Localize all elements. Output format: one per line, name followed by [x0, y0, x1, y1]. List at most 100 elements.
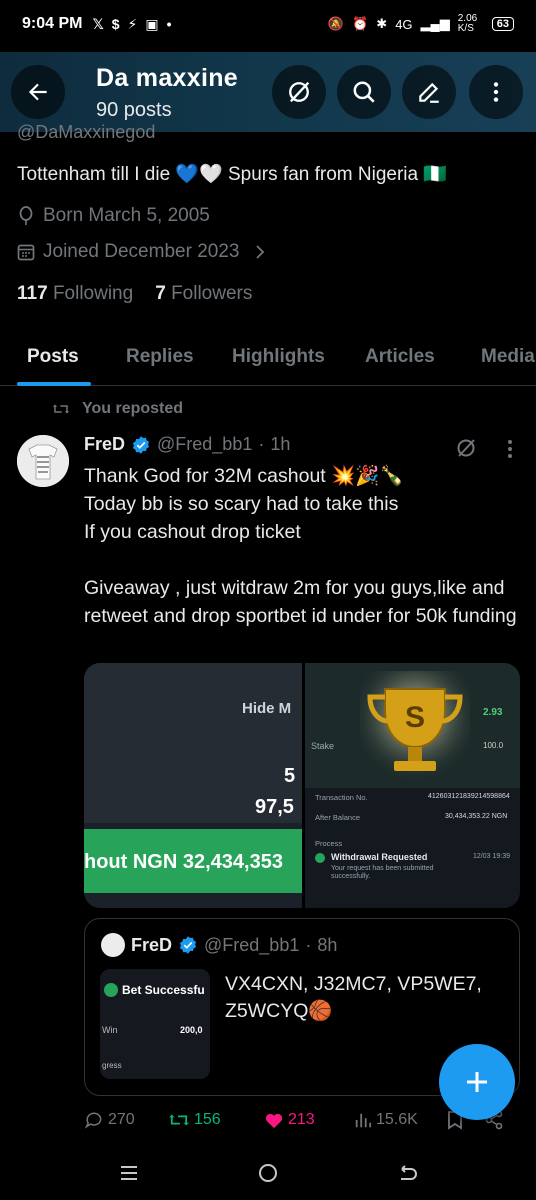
- more-vertical-icon: [493, 82, 499, 102]
- dollar-icon: $: [111, 15, 120, 32]
- post-author-handle[interactable]: @Fred_bb1: [157, 434, 252, 455]
- home-icon[interactable]: [257, 1162, 279, 1184]
- post-time: 1h: [270, 434, 291, 454]
- tab-media[interactable]: Media: [481, 346, 535, 368]
- calendar-icon: [17, 244, 35, 261]
- signal-icon: ▂▄▆: [420, 16, 450, 31]
- repost-button[interactable]: 156: [168, 1111, 264, 1129]
- bet-check-icon: [104, 983, 118, 997]
- odds-value: 2.93: [483, 707, 503, 718]
- thumb-win-value: 200,0: [180, 1025, 203, 1035]
- speed-label: 2.06 K/S: [457, 13, 478, 34]
- chevron-right-icon: [256, 245, 265, 259]
- quote-avatar: [101, 933, 125, 957]
- thumb-progress: gress: [102, 1061, 122, 1070]
- x-logo-icon: 𝕏: [92, 15, 104, 32]
- profile-header: Da maxxine 90 posts: [0, 52, 536, 132]
- repost-icon: [169, 1114, 189, 1126]
- profile-handle: @DaMaxxinegod: [17, 122, 156, 142]
- process-label: Process: [315, 839, 343, 848]
- quote-author-name: FreD: [131, 934, 173, 955]
- views-button[interactable]: 15.6K: [354, 1111, 446, 1129]
- followers-label: Followers: [171, 283, 253, 304]
- back-nav-icon[interactable]: [396, 1162, 418, 1184]
- like-count: 213: [288, 1111, 315, 1128]
- profile-tabs: Posts Replies Highlights Articles Media: [0, 332, 536, 386]
- tab-posts[interactable]: Posts: [27, 346, 79, 368]
- tab-highlights[interactable]: Highlights: [232, 346, 325, 368]
- post-more-icon[interactable]: [500, 438, 520, 460]
- verified-badge-icon: [179, 936, 197, 954]
- repost-icon: [52, 404, 70, 414]
- quote-time: 8h: [317, 934, 338, 955]
- media-image-cashout[interactable]: Hide M 5 97,5 hout NGN 32,434,353: [84, 663, 302, 908]
- system-nav-bar: [0, 1145, 536, 1200]
- profile-name: Da maxxine: [96, 64, 238, 92]
- thumb-win-label: Win: [102, 1025, 118, 1035]
- post-media[interactable]: Hide M 5 97,5 hout NGN 32,434,353 Stake …: [84, 663, 520, 908]
- media-image-withdrawal[interactable]: Stake 2.93 100.0 S Transaction No. 41260…: [305, 663, 520, 908]
- stake-label: Stake: [311, 741, 335, 751]
- balance-value: 30,434,353.22 NGN: [445, 813, 508, 820]
- more-button[interactable]: [469, 65, 523, 119]
- avatar[interactable]: [17, 435, 69, 487]
- network-label: 4G: [395, 16, 413, 32]
- grok-icon: [289, 81, 310, 103]
- grok-post-icon[interactable]: [454, 436, 478, 460]
- view-count: 15.6K: [376, 1111, 418, 1128]
- joined-date: Joined December 2023: [43, 241, 240, 262]
- tab-replies[interactable]: Replies: [126, 346, 194, 368]
- reply-button[interactable]: 270: [84, 1110, 168, 1130]
- post-author-name[interactable]: FreD: [84, 434, 125, 455]
- post-header: FreD @Fred_bb1 · 1h: [84, 434, 290, 455]
- following-link[interactable]: 117 Following: [17, 283, 133, 305]
- followers-count: 7: [155, 283, 166, 304]
- notification-icons: 𝕏 $ ⚡ ▣ •: [92, 16, 171, 33]
- quote-thumbnail[interactable]: Bet Successfu Win 200,0 gress: [100, 969, 210, 1079]
- like-button[interactable]: 213: [264, 1111, 354, 1129]
- transaction-no: 412603121839214598864: [428, 793, 510, 800]
- grok-button[interactable]: [272, 65, 326, 119]
- process-check-icon: [315, 853, 325, 863]
- pencil-icon: [419, 82, 439, 103]
- recent-apps-icon[interactable]: [118, 1162, 140, 1184]
- bluetooth-icon: ✱: [376, 16, 388, 31]
- followers-link[interactable]: 7 Followers: [155, 283, 252, 305]
- profile-bio: Tottenham till I die 💙🤍 Spurs fan from N…: [17, 164, 448, 185]
- verified-badge-icon: [132, 435, 150, 454]
- post-dot: ·: [258, 434, 265, 454]
- withdrawal-title: Withdrawal Requested: [331, 852, 428, 862]
- cashout-amount: hout NGN 32,434,353: [84, 851, 283, 873]
- active-tab-indicator: [17, 382, 91, 386]
- bet-value: 100.0: [483, 741, 504, 750]
- reply-icon: [84, 1112, 102, 1129]
- edit-button[interactable]: [402, 65, 456, 119]
- joined-row[interactable]: Joined December 2023: [17, 241, 267, 263]
- repost-label: You reposted: [82, 400, 184, 417]
- quote-header: FreD @Fred_bb1 · 8h: [101, 933, 337, 957]
- mute-icon: 🔕: [327, 16, 345, 31]
- repost-count: 156: [194, 1111, 221, 1128]
- balloon-icon: [19, 206, 33, 225]
- post-text: Thank God for 32M cashout 💥🎉🍾 Today bb i…: [84, 465, 517, 627]
- sportybet-icon: ⚡: [127, 15, 138, 32]
- repost-indicator: You reposted: [52, 400, 183, 418]
- status-time: 9:04 PM: [22, 15, 83, 32]
- search-button[interactable]: [337, 65, 391, 119]
- following-label: Following: [52, 283, 134, 304]
- back-button[interactable]: [11, 65, 65, 119]
- tshirt-avatar-icon: [17, 435, 69, 487]
- quote-text: VX4CXN, J32MC7, VP5WE7, Z5WCYQ🏀: [225, 973, 482, 1022]
- follow-stats: 117 Following 7 Followers: [17, 283, 252, 305]
- arrow-left-icon: [28, 83, 47, 101]
- tab-articles[interactable]: Articles: [365, 346, 435, 368]
- search-icon: [353, 81, 375, 103]
- compose-button[interactable]: [439, 1044, 515, 1120]
- balance-label: After Balance: [315, 813, 361, 822]
- plus-icon: [467, 1072, 487, 1092]
- withdrawal-desc: Your request has been submitted successf…: [331, 865, 434, 880]
- battery-icon: 63: [491, 17, 514, 31]
- born-row: Born March 5, 2005: [17, 205, 210, 227]
- transaction-label: Transaction No.: [315, 793, 368, 802]
- svg-text:S: S: [405, 701, 425, 734]
